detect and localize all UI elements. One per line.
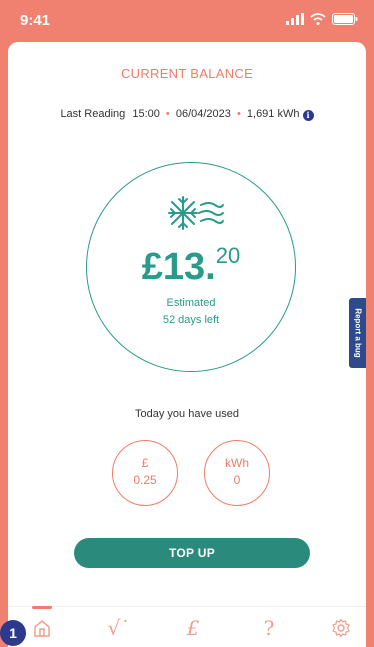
reading-value: 1,691 kWh	[246, 108, 300, 120]
estimate-block: Estimated 52 days left	[87, 295, 295, 329]
balance-amount: £13.20	[87, 243, 295, 289]
energy-used-circle: kWh 0	[204, 440, 270, 506]
usage-icon[interactable]: √˙	[104, 613, 134, 643]
pound-icon[interactable]: £	[178, 613, 208, 643]
cost-value: 0.25	[133, 473, 157, 487]
cost-used-circle: £ 0.25	[112, 440, 178, 506]
step-badge: 1	[0, 620, 26, 646]
bottom-nav: √˙ £ ?	[8, 606, 366, 647]
settings-icon[interactable]	[326, 613, 356, 643]
status-icons	[286, 13, 358, 25]
home-icon[interactable]	[27, 613, 57, 643]
page-title: CURRENT BALANCE	[120, 66, 254, 81]
separator-dot: •	[165, 108, 170, 120]
status-bar: 9:41	[0, 0, 374, 42]
report-bug-label: Report a bug	[353, 308, 362, 358]
balance-circle: £13.20 Estimated 52 days left	[86, 162, 296, 372]
status-time: 9:41	[20, 12, 51, 29]
signal-icon	[286, 13, 304, 25]
battery-icon	[332, 13, 358, 25]
days-left: 52 days left	[162, 314, 220, 326]
balance-main: £13.	[141, 246, 216, 288]
phone-frame: 9:41 CURRENT BALANCE Last Reading 15:00 …	[0, 0, 374, 647]
cost-unit: £	[141, 456, 149, 470]
balance-pence: 20	[215, 243, 241, 268]
separator-dot: •	[236, 108, 241, 120]
estimated-label: Estimated	[166, 297, 216, 309]
info-icon[interactable]: i	[302, 110, 314, 121]
reading-time: 15:00	[132, 108, 160, 120]
reading-date: 06/04/2023	[175, 108, 231, 120]
today-used-label: Today you have used	[135, 408, 239, 420]
reading-label: Last Reading	[60, 108, 126, 120]
energy-unit: kWh	[225, 456, 249, 470]
help-icon[interactable]: ?	[254, 613, 284, 643]
last-reading: Last Reading 15:00 • 06/04/2023 • 1,691 …	[8, 108, 366, 121]
wifi-icon	[310, 13, 326, 25]
snowflake-icon	[168, 196, 224, 230]
report-bug-tab[interactable]: Report a bug	[349, 298, 366, 368]
app-screen: CURRENT BALANCE Last Reading 15:00 • 06/…	[8, 42, 366, 647]
top-up-button[interactable]: TOP UP	[74, 538, 310, 568]
active-tab-indicator	[32, 606, 52, 609]
energy-value: 0	[233, 473, 241, 487]
